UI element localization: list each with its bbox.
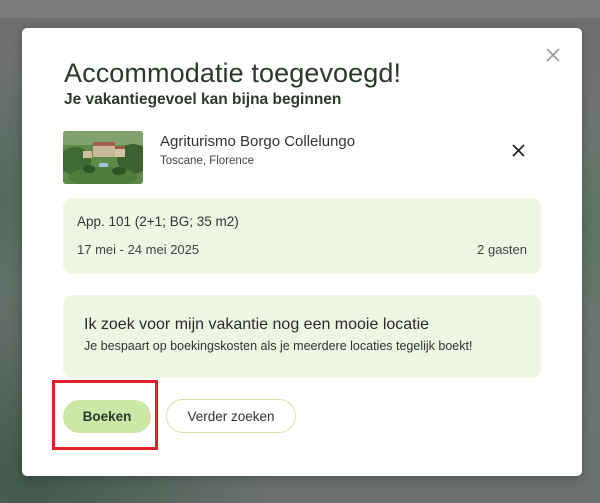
continue-search-card[interactable]: Ik zoek voor mijn vakantie nog een mooie… [63,295,541,378]
accommodation-name: Agriturismo Borgo Collelungo [160,133,356,150]
close-icon [546,48,560,62]
modal-close-button[interactable] [542,44,564,66]
book-button[interactable]: Boeken [63,400,151,433]
accommodation-location: Toscane, Florence [160,155,254,167]
continue-searching-button[interactable]: Verder zoeken [166,399,296,433]
close-icon [511,143,525,157]
accommodation-photo-image [63,131,143,184]
backdrop-header [0,0,600,18]
remove-accommodation-button[interactable] [507,139,529,161]
booking-details-card: App. 101 (2+1; BG; 35 m2) 17 mei - 24 me… [63,198,541,274]
promo-title: Ik zoek voor mijn vakantie nog een mooie… [84,316,430,333]
promo-text: Je bespaart op boekingskosten als je mee… [84,339,473,353]
accommodation-added-modal: Accommodatie toegevoegd! Je vakantiegevo… [22,28,582,476]
modal-title: Accommodatie toegevoegd! [64,58,402,88]
modal-subtitle: Je vakantiegevoel kan bijna beginnen [64,91,342,108]
booking-dates: 17 mei - 24 mei 2025 [77,242,200,257]
accommodation-photo [63,131,143,184]
booking-unit: App. 101 (2+1; BG; 35 m2) [77,214,239,229]
booking-guests: 2 gasten [477,242,527,257]
accommodation-summary: Agriturismo Borgo Collelungo Toscane, Fl… [63,131,541,185]
